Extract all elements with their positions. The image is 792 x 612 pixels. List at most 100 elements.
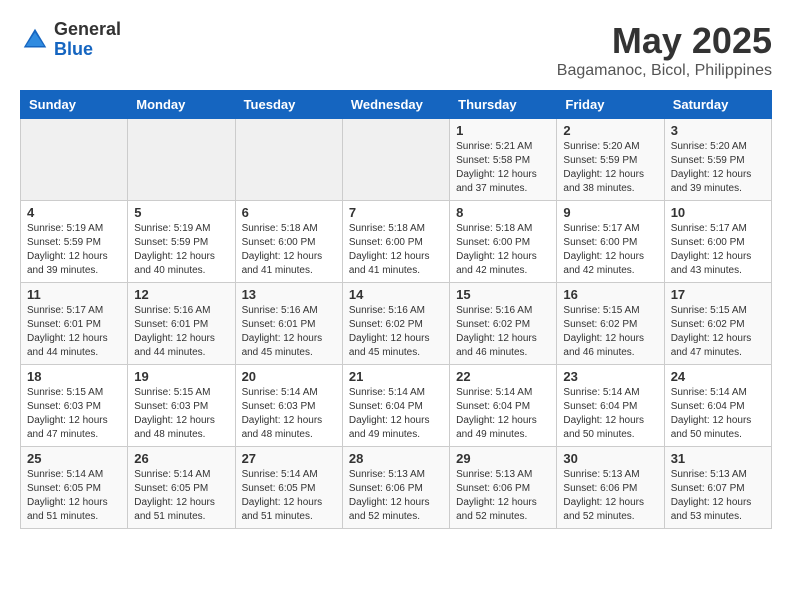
day-info: Sunrise: 5:14 AM Sunset: 6:04 PM Dayligh…	[349, 386, 443, 442]
calendar-header: SundayMondayTuesdayWednesdayThursdayFrid…	[21, 91, 772, 119]
calendar-cell: 9 Sunrise: 5:17 AM Sunset: 6:00 PM Daylig…	[557, 201, 664, 283]
day-info: Sunrise: 5:14 AM Sunset: 6:04 PM Dayligh…	[456, 386, 550, 442]
day-info: Sunrise: 5:17 AM Sunset: 6:01 PM Dayligh…	[27, 304, 121, 360]
day-info: Sunrise: 5:15 AM Sunset: 6:02 PM Dayligh…	[671, 304, 765, 360]
calendar-cell: 21 Sunrise: 5:14 AM Sunset: 6:04 PM Dayli…	[342, 365, 449, 447]
day-info: Sunrise: 5:13 AM Sunset: 6:07 PM Dayligh…	[671, 468, 765, 524]
day-info: Sunrise: 5:19 AM Sunset: 5:59 PM Dayligh…	[134, 222, 228, 278]
day-info: Sunrise: 5:14 AM Sunset: 6:03 PM Dayligh…	[242, 386, 336, 442]
day-number: 16	[563, 287, 657, 302]
day-number: 21	[349, 369, 443, 384]
calendar-cell	[342, 119, 449, 201]
week-row-4: 18 Sunrise: 5:15 AM Sunset: 6:03 PM Dayli…	[21, 365, 772, 447]
day-number: 26	[134, 451, 228, 466]
day-number: 20	[242, 369, 336, 384]
week-row-3: 11 Sunrise: 5:17 AM Sunset: 6:01 PM Dayli…	[21, 283, 772, 365]
calendar-cell: 20 Sunrise: 5:14 AM Sunset: 6:03 PM Dayli…	[235, 365, 342, 447]
day-number: 15	[456, 287, 550, 302]
calendar-cell: 12Sunrise: 5:16 AM Sunset: 6:01 PM Dayli…	[128, 283, 235, 365]
day-info: Sunrise: 5:18 AM Sunset: 6:00 PM Dayligh…	[349, 222, 443, 278]
day-number: 9	[563, 205, 657, 220]
day-info: Sunrise: 5:18 AM Sunset: 6:00 PM Dayligh…	[242, 222, 336, 278]
day-number: 23	[563, 369, 657, 384]
header-sunday: Sunday	[21, 91, 128, 119]
calendar-cell	[21, 119, 128, 201]
calendar-cell: 27 Sunrise: 5:14 AM Sunset: 6:05 PM Dayli…	[235, 447, 342, 529]
day-number: 7	[349, 205, 443, 220]
header-row: SundayMondayTuesdayWednesdayThursdayFrid…	[21, 91, 772, 119]
day-number: 6	[242, 205, 336, 220]
calendar-cell: 18 Sunrise: 5:15 AM Sunset: 6:03 PM Dayli…	[21, 365, 128, 447]
day-number: 4	[27, 205, 121, 220]
location-title: Bagamanoc, Bicol, Philippines	[557, 62, 772, 80]
day-info: Sunrise: 5:14 AM Sunset: 6:04 PM Dayligh…	[671, 386, 765, 442]
week-row-5: 25 Sunrise: 5:14 AM Sunset: 6:05 PM Dayli…	[21, 447, 772, 529]
day-number: 1	[456, 123, 550, 138]
calendar-cell: 14 Sunrise: 5:16 AM Sunset: 6:02 PM Dayli…	[342, 283, 449, 365]
logo-text: General Blue	[54, 20, 121, 60]
calendar-cell: 30 Sunrise: 5:13 AM Sunset: 6:06 PM Dayli…	[557, 447, 664, 529]
week-row-2: 4 Sunrise: 5:19 AM Sunset: 5:59 PM Daylig…	[21, 201, 772, 283]
calendar-cell: 7 Sunrise: 5:18 AM Sunset: 6:00 PM Daylig…	[342, 201, 449, 283]
calendar-cell: 19 Sunrise: 5:15 AM Sunset: 6:03 PM Dayli…	[128, 365, 235, 447]
day-info: Sunrise: 5:17 AM Sunset: 6:00 PM Dayligh…	[563, 222, 657, 278]
calendar-cell: 1 Sunrise: 5:21 AM Sunset: 5:58 PM Daylig…	[450, 119, 557, 201]
day-info: Sunrise: 5:15 AM Sunset: 6:03 PM Dayligh…	[27, 386, 121, 442]
day-info: Sunrise: 5:20 AM Sunset: 5:59 PM Dayligh…	[563, 140, 657, 196]
calendar-cell: 28Sunrise: 5:13 AM Sunset: 6:06 PM Dayli…	[342, 447, 449, 529]
day-info: Sunrise: 5:16 AM Sunset: 6:01 PM Dayligh…	[134, 304, 228, 360]
day-number: 14	[349, 287, 443, 302]
day-number: 13	[242, 287, 336, 302]
day-info: Sunrise: 5:17 AM Sunset: 6:00 PM Dayligh…	[671, 222, 765, 278]
header-friday: Friday	[557, 91, 664, 119]
day-info: Sunrise: 5:16 AM Sunset: 6:02 PM Dayligh…	[349, 304, 443, 360]
day-number: 30	[563, 451, 657, 466]
day-number: 17	[671, 287, 765, 302]
day-number: 19	[134, 369, 228, 384]
day-info: Sunrise: 5:14 AM Sunset: 6:05 PM Dayligh…	[27, 468, 121, 524]
day-info: Sunrise: 5:16 AM Sunset: 6:02 PM Dayligh…	[456, 304, 550, 360]
day-number: 25	[27, 451, 121, 466]
day-number: 27	[242, 451, 336, 466]
logo-general: General	[54, 20, 121, 40]
day-info: Sunrise: 5:15 AM Sunset: 6:03 PM Dayligh…	[134, 386, 228, 442]
header-tuesday: Tuesday	[235, 91, 342, 119]
day-number: 18	[27, 369, 121, 384]
calendar-cell: 22 Sunrise: 5:14 AM Sunset: 6:04 PM Dayli…	[450, 365, 557, 447]
day-info: Sunrise: 5:21 AM Sunset: 5:58 PM Dayligh…	[456, 140, 550, 196]
logo-blue: Blue	[54, 40, 121, 60]
day-number: 29	[456, 451, 550, 466]
calendar-cell	[128, 119, 235, 201]
calendar-cell: 17 Sunrise: 5:15 AM Sunset: 6:02 PM Dayli…	[664, 283, 771, 365]
day-info: Sunrise: 5:13 AM Sunset: 6:06 PM Dayligh…	[563, 468, 657, 524]
calendar-cell: 4 Sunrise: 5:19 AM Sunset: 5:59 PM Daylig…	[21, 201, 128, 283]
logo: General Blue	[20, 20, 121, 60]
day-info: Sunrise: 5:16 AM Sunset: 6:01 PM Dayligh…	[242, 304, 336, 360]
calendar-cell: 3Sunrise: 5:20 AM Sunset: 5:59 PM Daylig…	[664, 119, 771, 201]
day-info: Sunrise: 5:14 AM Sunset: 6:05 PM Dayligh…	[242, 468, 336, 524]
day-number: 11	[27, 287, 121, 302]
day-info: Sunrise: 5:14 AM Sunset: 6:05 PM Dayligh…	[134, 468, 228, 524]
calendar-cell: 10 Sunrise: 5:17 AM Sunset: 6:00 PM Dayli…	[664, 201, 771, 283]
day-info: Sunrise: 5:19 AM Sunset: 5:59 PM Dayligh…	[27, 222, 121, 278]
calendar-cell: 16 Sunrise: 5:15 AM Sunset: 6:02 PM Dayli…	[557, 283, 664, 365]
calendar-cell: 24Sunrise: 5:14 AM Sunset: 6:04 PM Dayli…	[664, 365, 771, 447]
title-block: May 2025 Bagamanoc, Bicol, Philippines	[557, 20, 772, 80]
header-wednesday: Wednesday	[342, 91, 449, 119]
day-number: 3	[671, 123, 765, 138]
calendar-cell: 11 Sunrise: 5:17 AM Sunset: 6:01 PM Dayli…	[21, 283, 128, 365]
calendar-cell: 15 Sunrise: 5:16 AM Sunset: 6:02 PM Dayli…	[450, 283, 557, 365]
calendar-cell: 13 Sunrise: 5:16 AM Sunset: 6:01 PM Dayli…	[235, 283, 342, 365]
week-row-1: 1 Sunrise: 5:21 AM Sunset: 5:58 PM Daylig…	[21, 119, 772, 201]
day-info: Sunrise: 5:15 AM Sunset: 6:02 PM Dayligh…	[563, 304, 657, 360]
day-number: 8	[456, 205, 550, 220]
day-info: Sunrise: 5:18 AM Sunset: 6:00 PM Dayligh…	[456, 222, 550, 278]
logo-icon	[20, 25, 50, 55]
day-number: 10	[671, 205, 765, 220]
calendar-cell: 26 Sunrise: 5:14 AM Sunset: 6:05 PM Dayli…	[128, 447, 235, 529]
page-header: General Blue May 2025 Bagamanoc, Bicol, …	[20, 20, 772, 80]
calendar-cell: 5Sunrise: 5:19 AM Sunset: 5:59 PM Daylig…	[128, 201, 235, 283]
day-number: 22	[456, 369, 550, 384]
calendar-cell: 6 Sunrise: 5:18 AM Sunset: 6:00 PM Daylig…	[235, 201, 342, 283]
calendar-cell: 31Sunrise: 5:13 AM Sunset: 6:07 PM Dayli…	[664, 447, 771, 529]
